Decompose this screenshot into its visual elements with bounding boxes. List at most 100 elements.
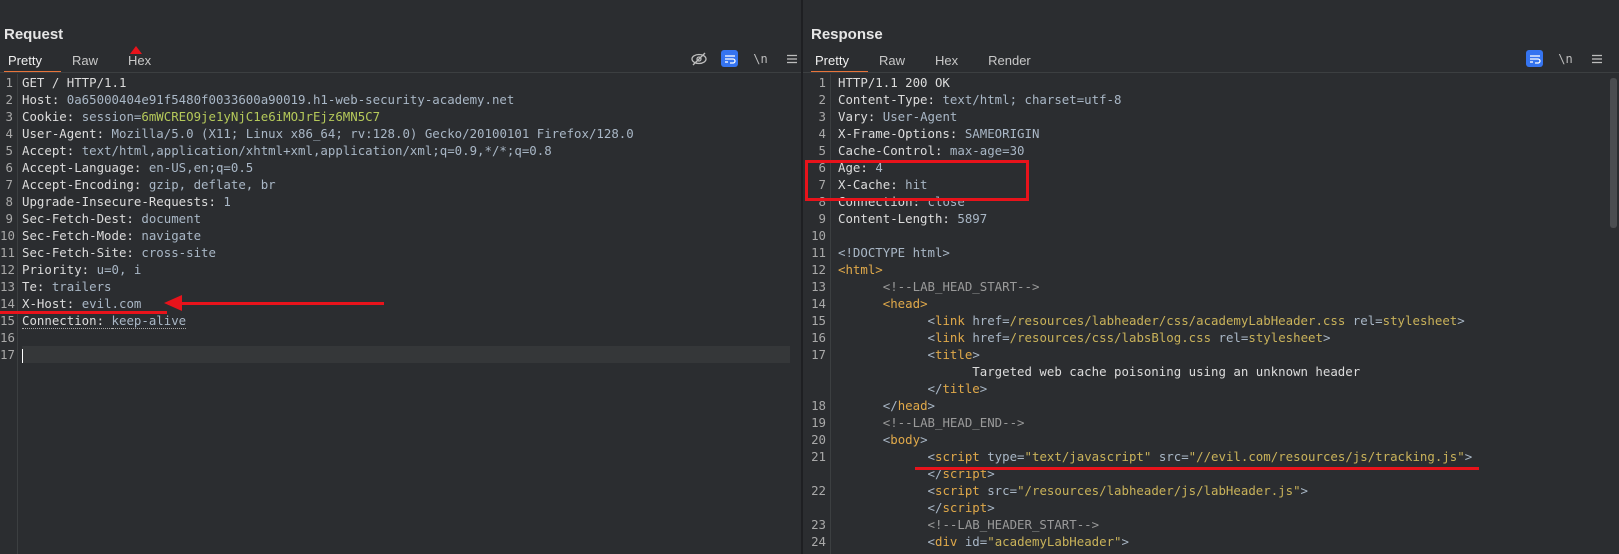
line-number: 12 [811,262,826,277]
code-line: Sec-Fetch-Mode: navigate [22,227,790,244]
code-line: <body> [838,431,1603,448]
code-token: rel= [1345,313,1383,328]
code-token: Priority: [22,262,97,277]
response-editor[interactable]: 1 2 3 4 5 6 7 8 9 10 11 12 13 14 15 16 17 18 19 20 21 22 23 24 … [803,74,1603,554]
request-tab-pretty[interactable]: Pretty [4,52,61,73]
red-underline-script [915,467,1479,470]
code-token: < [927,347,935,362]
code-line: Cache-Control: max-age=30 [838,142,1603,159]
code-line: Connection: keep-alive [22,312,790,329]
code-line: Te: trailers [22,278,790,295]
code-token: link [935,313,973,328]
code-token: > [972,347,980,362]
request-lines[interactable]: GET / HTTP/1.1 Host: 0a65000404e91f5480f0… [22,74,790,363]
code-token: Targeted web cache poisoning using an un… [838,364,1361,379]
response-scrollbar[interactable] [1609,74,1619,554]
hide-eye-icon[interactable] [690,50,707,67]
code-line: Sec-Fetch-Site: cross-site [22,244,790,261]
code-token: SAMEORIGIN [964,126,1040,141]
word-wrap-icon[interactable] [721,50,738,67]
code-line: </script> [838,499,1603,516]
menu-icon[interactable] [783,50,800,67]
code-line: Targeted web cache poisoning using an un… [838,363,1603,380]
code-line: Upgrade-Insecure-Requests: 1 [22,193,790,210]
code-token: "/resources/labheader/js/labHeader.js" [1017,483,1301,498]
line-number: 10 [811,228,826,243]
code-token: > [920,432,928,447]
request-tab-hex[interactable]: Hex [128,46,166,72]
code-token: href= [972,330,1010,345]
code-token: <!--LAB_HEAD_END--> [882,415,1025,430]
code-token: Accept-Encoding: [22,177,149,192]
code-token: < [927,534,935,549]
code-token: < [927,313,935,328]
code-line: GET / HTTP/1.1 [22,74,790,91]
line-number: 1 [818,75,826,90]
code-token: <html> [838,262,883,277]
line-number [803,380,830,397]
line-number: 2 [5,92,13,107]
newline-toggle[interactable]: \n [752,50,769,67]
code-token: text/html,application/xhtml+xml,applicat… [81,143,552,158]
line-number: 11 [811,245,826,260]
newline-toggle[interactable]: \n [1557,50,1574,67]
line-number: 11 [0,245,15,260]
code-token: X-Frame-Options: [838,126,965,141]
word-wrap-icon[interactable] [1526,50,1543,67]
line-number: 14 [0,296,15,311]
code-token: Connection: [22,313,112,329]
code-token: Content-Type: [838,92,943,107]
code-token: > [1464,449,1473,464]
code-token: src= [1151,449,1189,464]
response-lines[interactable]: HTTP/1.1 200 OK Content-Type: text/html; … [838,74,1603,550]
request-tabs: Pretty Raw Hex [4,46,181,73]
line-number: 1 [5,75,13,90]
line-number: 18 [811,398,826,413]
request-editor[interactable]: 1 2 3 4 5 6 7 8 9 10 11 12 13 14 15 16 17 GET / HTTP/1.1… [0,74,790,554]
response-tab-pretty[interactable]: Pretty [811,52,868,73]
code-token: < [927,483,935,498]
code-token: text/html; charset=utf-8 [942,92,1122,107]
red-arrow-head-icon [164,295,182,311]
code-line: HTTP/1.1 200 OK [838,74,1603,91]
response-tab-render[interactable]: Render [988,52,1046,72]
code-line: Host: 0a65000404e91f5480f0033600a90019.h… [22,91,790,108]
line-number: 9 [818,211,826,226]
line-number: 23 [811,517,826,532]
scrollbar-thumb[interactable] [1610,78,1617,228]
code-line: <link href=/resources/css/labsBlog.css r… [838,329,1603,346]
code-token: stylesheet [1382,313,1458,328]
code-token: cross-site [141,245,216,260]
menu-icon[interactable] [1588,50,1605,67]
code-token: < [927,330,935,345]
code-line: User-Agent: Mozilla/5.0 (X11; Linux x86_… [22,125,790,142]
line-number: 3 [818,109,826,124]
request-tab-raw[interactable]: Raw [72,52,113,72]
line-number [803,363,830,380]
line-number: 5 [5,143,13,158]
code-token: head [897,398,928,413]
line-number: 14 [811,296,826,311]
code-token: script [935,449,988,464]
code-token: Sec-Fetch-Site: [22,245,142,260]
code-line: X-Host: evil.com [22,295,790,312]
response-tab-hex[interactable]: Hex [935,52,973,72]
code-token: gzip, deflate, br [148,177,276,192]
request-toolbar: \n [690,50,800,67]
response-tab-raw[interactable]: Raw [879,52,920,72]
code-line: <!--LAB_HEAD_START--> [838,278,1603,295]
line-number: 4 [5,126,13,141]
code-line: <script src="/resources/labheader/js/lab… [838,482,1603,499]
code-line: <div id="academyLabHeader"> [838,533,1603,550]
line-number: 16 [811,330,826,345]
code-token: evil.com [81,296,142,311]
code-token: Content-Length: [838,211,958,226]
code-line: Accept-Encoding: gzip, deflate, br [22,176,790,193]
line-number: 19 [811,415,826,430]
